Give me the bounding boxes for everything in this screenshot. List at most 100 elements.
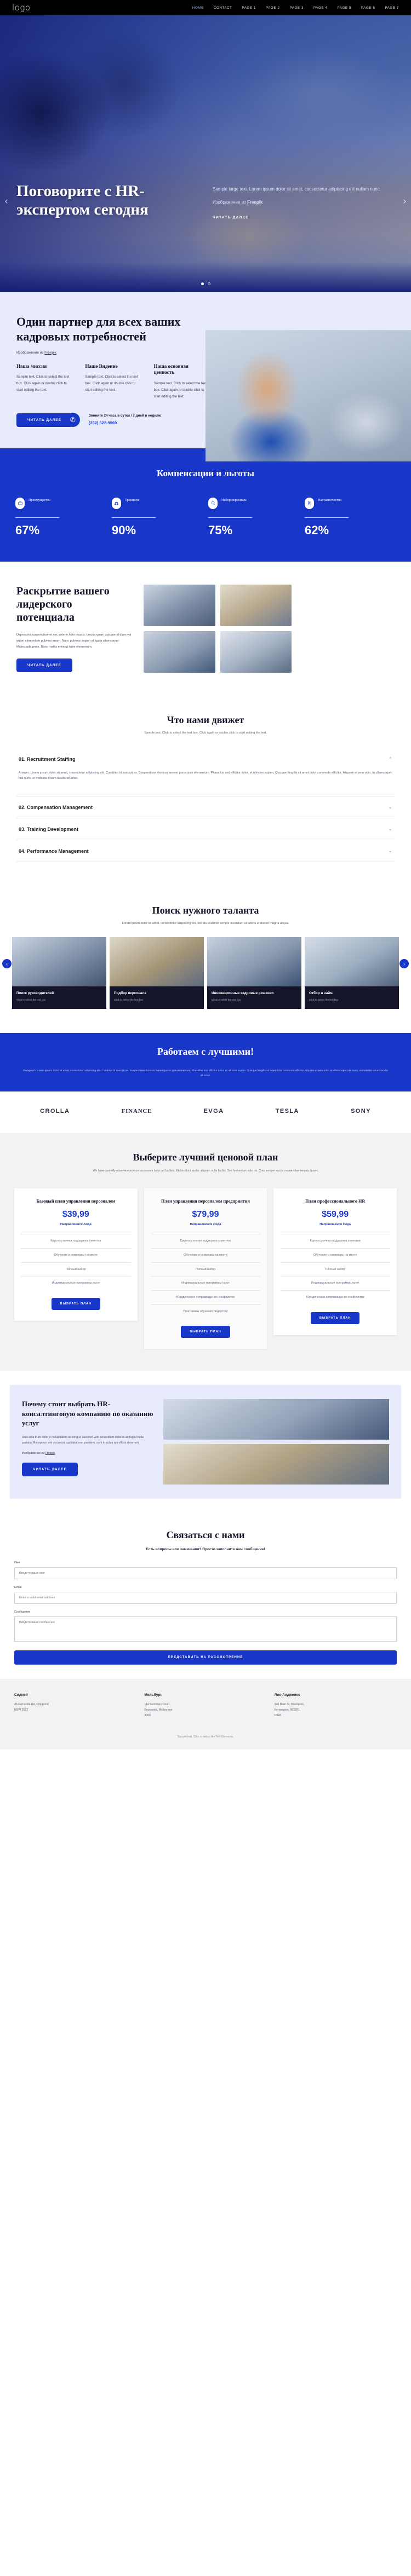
hero-image-credit: Изображение из Freepik — [213, 200, 388, 205]
talent-next-arrow[interactable]: › — [399, 959, 409, 969]
brand-logo-evga: EVGA — [203, 1107, 224, 1114]
potential-image-2 — [220, 584, 292, 626]
people-icon — [112, 497, 121, 509]
best-heading: Работаем с лучшими! — [157, 1046, 254, 1057]
phone-number[interactable]: (352) 622-9969 — [89, 419, 161, 427]
plan-name: Базовый план управления персоналом — [36, 1198, 116, 1204]
stat-mentoring: Наставничество 62% — [305, 497, 396, 538]
stat-recruitment: Набор персонала 75% — [208, 497, 299, 538]
best-text: Paragraph. Lorem ipsum dolor sit amet, c… — [23, 1069, 388, 1077]
talent-card-title: Инновационные кадровые решения — [212, 991, 274, 996]
talent-card[interactable]: Подбор персонала Click to select the tex… — [110, 937, 204, 1009]
field-email: Email — [14, 1586, 397, 1604]
drives-subheading: Sample text. Click to select the text bo… — [144, 731, 267, 735]
logo-strip: CROLLA FINANCE EVGA TESLA SONY — [0, 1091, 411, 1133]
nav-link-contact[interactable]: CONTACT — [214, 6, 232, 10]
hero-read-more-link[interactable]: ЧИТАТЬ ДАЛЕЕ — [213, 216, 388, 220]
accordion-header[interactable]: 04. Performance Management ⌄ — [16, 840, 395, 862]
plan-price: $39,99 — [62, 1210, 89, 1220]
why-image-credit: Изображение из Freepik — [22, 1452, 153, 1455]
select-plan-button[interactable]: ВЫБРАТЬ ПЛАН — [51, 1297, 101, 1310]
nav-link-page2[interactable]: PAGE 2 — [266, 6, 280, 10]
nav-link-page7[interactable]: PAGE 7 — [385, 6, 399, 10]
footer-col-melbourne: Мельбурн 114 Summers Court, Brunswick, M… — [144, 1693, 266, 1718]
hero-title: Поговорите с HR-экспертом сегодня — [16, 182, 149, 218]
why-images — [163, 1399, 389, 1485]
partner-columns: Наша миссия Sample text. Click to select… — [16, 363, 208, 400]
chevron-down-icon[interactable]: ⌄ — [388, 804, 392, 810]
select-plan-button[interactable]: ВЫБРАТЬ ПЛАН — [310, 1312, 360, 1324]
footer-col-address: 346 Main St, Blackpool, Kensington, 9022… — [274, 1703, 305, 1718]
plan-feature: Обучение и семинары на месте — [21, 1247, 131, 1262]
select-plan-button[interactable]: ВЫБРАТЬ ПЛАН — [181, 1326, 230, 1338]
why-credit-link[interactable]: Freepik — [45, 1452, 55, 1455]
potential-section: Раскрытие вашего лидерского потенциала D… — [0, 561, 411, 696]
partner-credit-link[interactable]: Freepik — [44, 351, 56, 355]
footer-col-address: 114 Summers Court, Brunswick, Melbourne … — [144, 1703, 173, 1718]
footer-col-losangeles: Лос-Анджелес 346 Main St, Blackpool, Ken… — [275, 1693, 397, 1718]
stat-trainings: Тренинги 90% — [112, 497, 203, 538]
contact-lead: Есть вопросы или замечания? Просто запол… — [146, 1547, 265, 1552]
nav-link-page6[interactable]: PAGE 6 — [361, 6, 375, 10]
plan-price: $59,99 — [322, 1210, 349, 1220]
partner-photo — [206, 330, 411, 461]
accordion-header[interactable]: 03. Training Development ⌄ — [16, 818, 395, 840]
chevron-down-icon[interactable]: ⌄ — [388, 848, 392, 854]
accordion-title: 03. Training Development — [19, 826, 79, 832]
contact-heading: Связаться с нами — [166, 1529, 245, 1541]
talent-card[interactable]: Поиск руководителей Click to select the … — [12, 937, 106, 1009]
stat-divider — [208, 517, 252, 518]
potential-read-more-button[interactable]: ЧИТАТЬ ДАЛЕЕ — [16, 659, 72, 673]
chevron-up-icon[interactable]: ⌃ — [388, 756, 392, 763]
nav-link-home[interactable]: HOME — [192, 6, 204, 10]
talent-prev-arrow[interactable]: ‹ — [2, 959, 12, 969]
hero-next-arrow[interactable]: › — [403, 196, 407, 207]
nav-link-page5[interactable]: PAGE 5 — [338, 6, 352, 10]
stats-heading: Компенсации и льготы — [156, 467, 255, 478]
email-input[interactable] — [14, 1592, 397, 1604]
best-text-wrap: Paragraph. Lorem ipsum dolor sit amet, c… — [0, 1068, 411, 1091]
brand-logo-sony: SONY — [351, 1107, 371, 1114]
phone-icon: ✆ — [65, 413, 80, 428]
why-read-more-button[interactable]: ЧИТАТЬ ДАЛЕЕ — [22, 1462, 78, 1476]
nav-link-page4[interactable]: PAGE 4 — [313, 6, 328, 10]
nav-link-page3[interactable]: PAGE 3 — [290, 6, 304, 10]
plan-feature: Индивидуальные программы льгот — [280, 1276, 391, 1290]
logo[interactable]: logo — [12, 3, 31, 13]
message-input[interactable] — [14, 1616, 397, 1642]
name-input[interactable] — [14, 1567, 397, 1580]
accordion-header[interactable]: 01. Recruitment Staffing ⌃ — [16, 749, 395, 770]
phone-note: Звоните 24 часа в сутки / 7 дней в недел… — [88, 414, 162, 418]
hero-prev-arrow[interactable]: ‹ — [4, 196, 8, 207]
partner-col-text: Sample text. Click to select the text bo… — [85, 375, 138, 392]
partner-col-title: Наша основная ценность — [153, 363, 189, 376]
submit-button[interactable]: ПРЕДСТАВИТЬ НА РАССМОТРЕНИЕ — [14, 1650, 397, 1665]
chevron-down-icon[interactable]: ⌄ — [388, 826, 392, 832]
accordion-item-performance: 04. Performance Management ⌄ — [16, 840, 395, 863]
plan-feature: Круглосуточная поддержка клиентов — [280, 1234, 391, 1248]
partner-credit-prefix: Изображение из — [16, 350, 45, 355]
talent-card-image — [110, 937, 204, 987]
talent-card[interactable]: Отбор и найм Click to select the text bo… — [305, 937, 399, 1009]
potential-body: Digressimi suspendisse et nec ante in hd… — [16, 633, 132, 649]
talent-card[interactable]: Инновационные кадровые решения Click to … — [207, 937, 301, 1009]
partner-section: Один партнер для всех ваших кадровых пот… — [0, 292, 411, 461]
partner-col-text: Sample text. Click to select the text bo… — [16, 375, 70, 392]
hero-credit-link[interactable]: Freepik — [247, 200, 263, 205]
potential-image-grid — [144, 584, 292, 673]
plan-feature: Программы обучения лидерству — [150, 1304, 261, 1319]
talent-card-image — [305, 937, 399, 987]
talent-card-title: Подбор персонала — [114, 991, 146, 996]
why-section: Почему стоит выбрать HR-консалтинговую к… — [10, 1385, 401, 1499]
pricing-heading: Выберите лучший ценовой план — [133, 1151, 278, 1163]
plan-note: Направляемся сюда — [319, 1223, 351, 1227]
pricing-plan-basic: Базовый план управления персоналом $39,9… — [14, 1188, 138, 1321]
potential-image-3 — [144, 631, 215, 673]
partner-read-more-button[interactable]: ЧИТАТЬ ДАЛЕЕ — [16, 413, 72, 427]
carousel-dot-2[interactable] — [207, 282, 210, 285]
accordion-header[interactable]: 02. Compensation Management ⌄ — [16, 796, 395, 818]
why-image-1 — [163, 1399, 389, 1440]
partner-column-vision: Наше Видение Sample text. Click to selec… — [85, 363, 139, 400]
nav-link-page1[interactable]: PAGE 1 — [242, 6, 256, 10]
carousel-dot-1[interactable] — [201, 282, 204, 285]
